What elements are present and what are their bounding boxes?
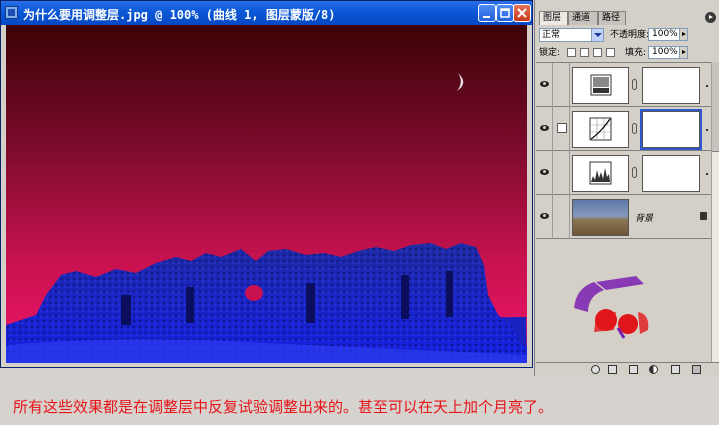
image-canvas[interactable] xyxy=(6,25,527,363)
lock-pixels-icon[interactable] xyxy=(580,48,589,57)
opacity-value: 100% xyxy=(652,29,678,39)
visibility-toggle[interactable] xyxy=(536,107,553,151)
minimize-icon xyxy=(483,16,490,18)
arrow-right-icon xyxy=(679,29,687,40)
chevron-down-icon xyxy=(591,29,603,41)
layer-style-icon[interactable] xyxy=(591,365,600,374)
new-layer-icon[interactable] xyxy=(671,365,680,374)
layer-row-histogram[interactable] xyxy=(536,151,711,195)
blend-mode-value: 正常 xyxy=(542,30,561,40)
opacity-label: 不透明度: xyxy=(610,30,650,40)
adjustment-thumbnail xyxy=(572,67,629,104)
maximize-icon xyxy=(500,8,510,18)
layer-row-background[interactable]: 背景 xyxy=(536,195,711,239)
caption-text: 所有这些效果都是在调整层中反复试验调整出来的。甚至可以在天上加个月亮了。 xyxy=(13,398,554,416)
close-button[interactable] xyxy=(513,4,531,22)
add-mask-icon[interactable] xyxy=(608,365,617,374)
chain-icon[interactable] xyxy=(632,123,637,134)
lock-all-icon[interactable] xyxy=(606,48,615,57)
chain-icon[interactable] xyxy=(632,79,637,90)
blend-mode-select[interactable]: 正常 xyxy=(539,28,604,42)
tab-channels[interactable]: 通道 xyxy=(568,11,598,25)
lock-icon xyxy=(700,212,707,220)
maximize-button[interactable] xyxy=(496,4,514,22)
background-thumbnail xyxy=(572,199,629,236)
caption-area: 所有这些效果都是在调整层中反复试验调整出来的。甚至可以在天上加个月亮了。 xyxy=(0,376,719,425)
new-adjustment-layer-icon[interactable] xyxy=(649,365,658,374)
indicator-dot xyxy=(706,85,708,87)
background-layer-name: 背景 xyxy=(635,214,654,224)
watermark-logo xyxy=(574,276,649,339)
edited-landscape-image xyxy=(6,25,527,363)
eye-icon xyxy=(540,81,549,87)
lock-label: 锁定: xyxy=(539,48,561,58)
tab-layers[interactable]: 图层 xyxy=(539,11,568,25)
adjustment-thumbnail xyxy=(572,155,629,192)
trash-icon[interactable] xyxy=(692,365,701,374)
layer-mask-thumbnail[interactable] xyxy=(640,109,702,150)
fill-field[interactable]: 100% xyxy=(648,46,688,59)
layers-scrollbar[interactable] xyxy=(711,62,719,362)
scrollbar-thumb[interactable] xyxy=(712,62,719,152)
indicator-dot xyxy=(706,129,708,131)
chain-icon[interactable] xyxy=(632,167,637,178)
eye-icon xyxy=(540,169,549,175)
fill-value: 100% xyxy=(652,47,678,57)
link-toggle[interactable] xyxy=(554,107,570,151)
layer-row-levels[interactable] xyxy=(536,63,711,107)
link-toggle[interactable] xyxy=(554,63,570,107)
document-window: 为什么要用调整层.jpg @ 100% (曲线 1, 图层蒙版/8) xyxy=(0,0,533,368)
visibility-toggle[interactable] xyxy=(536,63,553,107)
close-icon xyxy=(517,8,527,18)
link-toggle[interactable] xyxy=(554,195,570,239)
screen: 为什么要用调整层.jpg @ 100% (曲线 1, 图层蒙版/8) 图层 通道… xyxy=(0,0,719,425)
layer-mask-thumbnail[interactable] xyxy=(642,67,700,104)
eye-icon xyxy=(540,213,549,219)
document-titlebar[interactable]: 为什么要用调整层.jpg @ 100% (曲线 1, 图层蒙版/8) xyxy=(1,1,532,25)
histogram-icon xyxy=(589,161,612,185)
visibility-toggle[interactable] xyxy=(536,151,553,195)
tab-paths[interactable]: 路径 xyxy=(598,11,626,25)
arrow-right-icon xyxy=(679,47,687,58)
link-toggle[interactable] xyxy=(554,151,570,195)
minimize-button[interactable] xyxy=(478,4,496,22)
eye-icon xyxy=(540,125,549,131)
document-title: 为什么要用调整层.jpg @ 100% (曲线 1, 图层蒙版/8) xyxy=(23,8,336,22)
lock-transparency-icon[interactable] xyxy=(567,48,576,57)
curves-icon xyxy=(589,117,612,141)
opacity-field[interactable]: 100% xyxy=(648,28,688,41)
indicator-dot xyxy=(706,173,708,175)
new-group-icon[interactable] xyxy=(629,365,638,374)
fill-label: 填充: xyxy=(625,48,647,58)
levels-icon xyxy=(590,74,612,96)
layer-mask-thumbnail[interactable] xyxy=(642,155,700,192)
layer-row-curves[interactable] xyxy=(536,107,711,151)
panel-menu-button[interactable] xyxy=(705,12,716,23)
lock-position-icon[interactable] xyxy=(593,48,602,57)
visibility-toggle[interactable] xyxy=(536,195,553,239)
mask-edit-icon xyxy=(557,123,567,133)
photoshop-doc-icon xyxy=(5,6,18,19)
adjustment-thumbnail xyxy=(572,111,629,148)
panel-footer xyxy=(536,362,719,375)
